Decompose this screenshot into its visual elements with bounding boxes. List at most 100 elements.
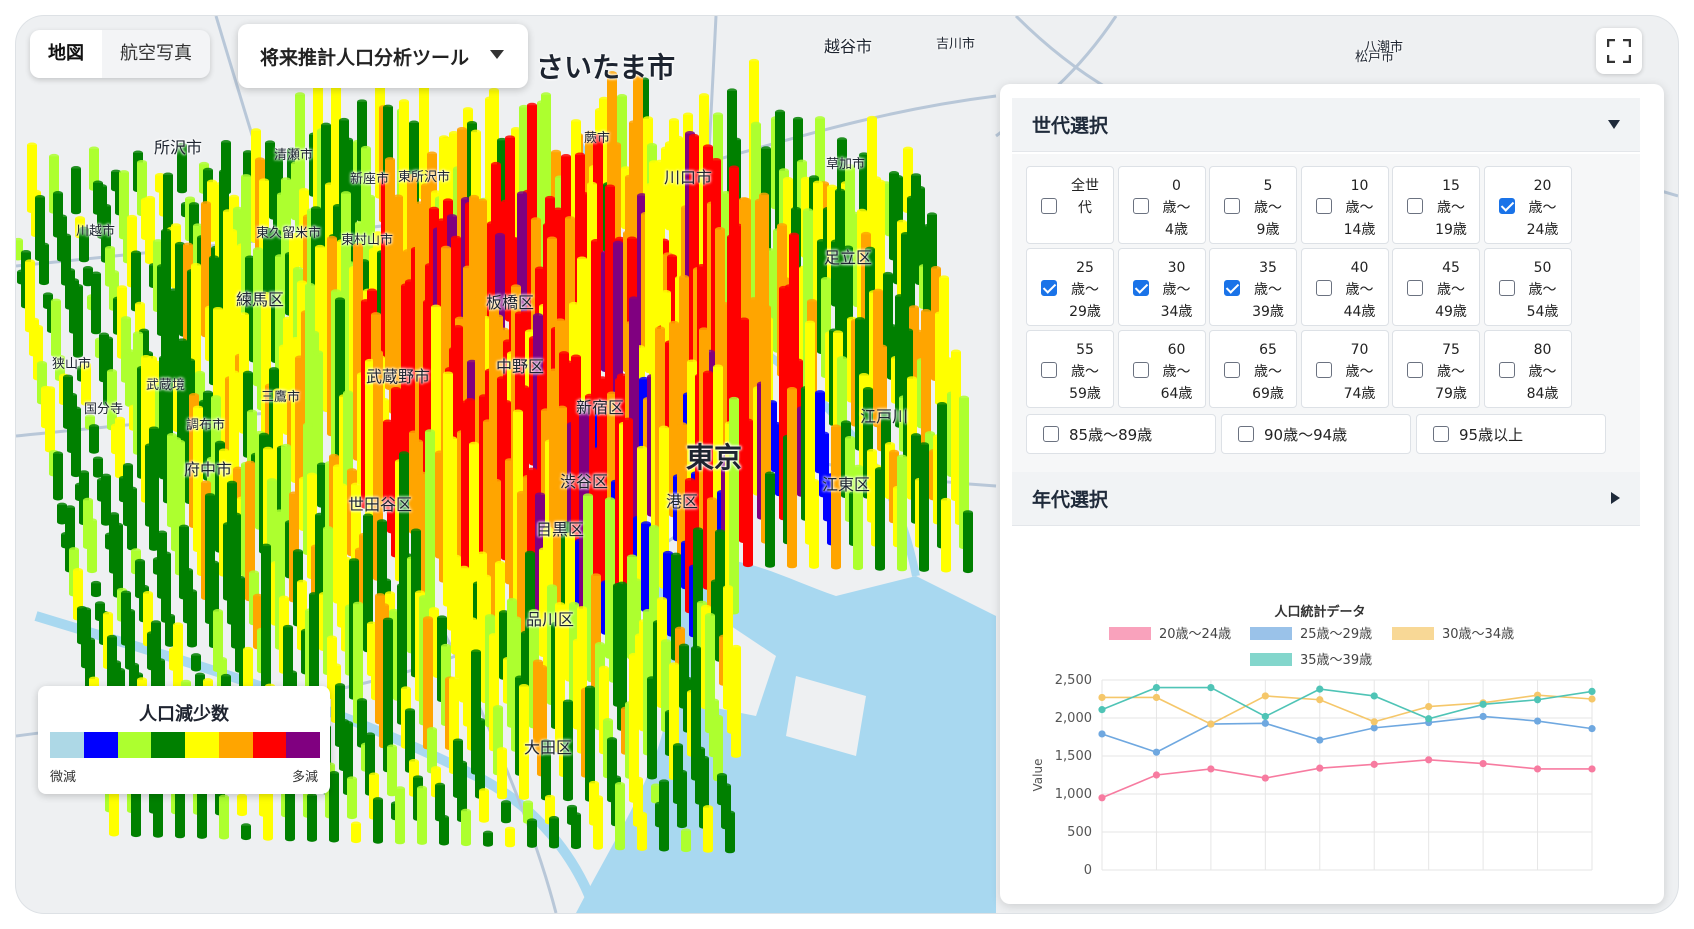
checkbox-unchecked-icon[interactable] xyxy=(1224,198,1240,214)
chart-data-point[interactable] xyxy=(1370,760,1378,768)
chart-data-point[interactable] xyxy=(1261,719,1269,727)
population-pillar-top xyxy=(143,591,153,597)
population-pillar-top xyxy=(45,386,55,392)
chart-data-point[interactable] xyxy=(1207,684,1215,692)
age-checkbox-cell[interactable]: 10 歳～ 14歳 xyxy=(1300,166,1389,244)
checkbox-unchecked-icon[interactable] xyxy=(1238,426,1254,442)
population-pillar-top xyxy=(161,228,171,234)
chart-data-point[interactable] xyxy=(1152,693,1161,702)
chart-data-point[interactable] xyxy=(1425,703,1433,711)
population-pillar-top xyxy=(325,182,335,188)
checkbox-checked-icon[interactable] xyxy=(1498,198,1515,214)
population-pillar-base xyxy=(461,841,471,847)
population-pillar-base xyxy=(593,844,603,850)
age-checkbox-cell[interactable]: 5 歳～ 9歳 xyxy=(1209,166,1297,244)
age-checkbox-cell[interactable]: 50 歳～ 54歳 xyxy=(1483,248,1572,326)
chart-data-point[interactable] xyxy=(1207,720,1215,728)
checkbox-unchecked-icon[interactable] xyxy=(1407,198,1423,214)
chart-data-point[interactable] xyxy=(1261,712,1269,721)
chart-data-point[interactable] xyxy=(1316,736,1324,744)
population-pillar-top xyxy=(149,426,159,432)
population-pillar-top xyxy=(715,226,725,232)
checkbox-unchecked-icon[interactable] xyxy=(1407,362,1423,378)
checkbox-unchecked-icon[interactable] xyxy=(1315,280,1332,296)
chart-data-point[interactable] xyxy=(1588,765,1596,773)
checkbox-unchecked-icon[interactable] xyxy=(1498,362,1515,378)
checkbox-unchecked-icon[interactable] xyxy=(1041,198,1057,214)
age-checkbox-cell[interactable]: 45 歳～ 49歳 xyxy=(1392,248,1480,326)
age-checkbox-cell[interactable]: 40 歳～ 44歳 xyxy=(1300,248,1389,326)
chart-data-point[interactable] xyxy=(1479,700,1487,708)
age-checkbox-cell[interactable]: 35 歳～ 39歳 xyxy=(1209,248,1297,326)
chart-data-point[interactable] xyxy=(1588,725,1596,733)
chart-data-point[interactable] xyxy=(1152,748,1161,756)
checkbox-unchecked-icon[interactable] xyxy=(1315,362,1332,378)
chart-data-point[interactable] xyxy=(1152,684,1161,692)
population-pillar-top xyxy=(425,429,435,435)
age-checkbox-cell[interactable]: 全世 代 xyxy=(1026,166,1114,244)
population-pillar-top xyxy=(701,604,711,610)
chart-data-point[interactable] xyxy=(1425,756,1433,764)
chart-data-point[interactable] xyxy=(1479,712,1487,721)
age-checkbox-cell[interactable]: 75 歳～ 79歳 xyxy=(1392,330,1480,408)
checkbox-checked-icon[interactable] xyxy=(1224,280,1240,296)
chart-data-point[interactable] xyxy=(1533,717,1542,725)
checkbox-unchecked-icon[interactable] xyxy=(1132,198,1149,214)
fullscreen-button[interactable] xyxy=(1596,28,1642,74)
chart-data-point[interactable] xyxy=(1098,794,1106,802)
chart-data-point[interactable] xyxy=(1425,715,1433,723)
age-checkbox-cell[interactable]: 0 歳～ 4歳 xyxy=(1117,166,1206,244)
population-pillar-top xyxy=(243,646,253,652)
chart-data-point[interactable] xyxy=(1207,765,1215,773)
decade-section-header[interactable]: 年代選択 xyxy=(1012,472,1640,526)
age-checkbox-cell[interactable]: 25 歳～ 29歳 xyxy=(1026,248,1114,326)
chart-data-point[interactable] xyxy=(1098,730,1106,738)
map-type-aerial-button[interactable]: 航空写真 xyxy=(102,30,210,78)
chart-data-point[interactable] xyxy=(1533,696,1542,704)
age-checkbox-cell-wide[interactable]: 90歳～94歳 xyxy=(1221,414,1411,454)
population-pillar-top xyxy=(315,244,325,250)
age-checkbox-cell[interactable]: 65 歳～ 69歳 xyxy=(1209,330,1297,408)
chart-data-point[interactable] xyxy=(1098,693,1106,702)
age-checkbox-cell[interactable]: 55 歳～ 59歳 xyxy=(1026,330,1114,408)
checkbox-unchecked-icon[interactable] xyxy=(1132,362,1149,378)
population-pillar-top xyxy=(489,633,499,639)
age-checkbox-cell-wide[interactable]: 85歳～89歳 xyxy=(1026,414,1216,454)
population-pillar-top xyxy=(293,549,303,555)
chart-data-point[interactable] xyxy=(1098,706,1106,714)
age-checkbox-cell[interactable]: 15 歳～ 19歳 xyxy=(1392,166,1480,244)
checkbox-unchecked-icon[interactable] xyxy=(1043,426,1059,442)
chart-data-point[interactable] xyxy=(1588,687,1596,695)
chart-data-point[interactable] xyxy=(1316,764,1324,772)
checkbox-unchecked-icon[interactable] xyxy=(1315,198,1332,214)
checkbox-unchecked-icon[interactable] xyxy=(1433,426,1449,442)
chart-data-point[interactable] xyxy=(1316,685,1324,693)
chart-data-point[interactable] xyxy=(1370,718,1378,726)
age-checkbox-cell-wide[interactable]: 95歳以上 xyxy=(1416,414,1606,454)
age-checkbox-cell[interactable]: 20 歳～ 24歳 xyxy=(1483,166,1572,244)
chart-data-point[interactable] xyxy=(1588,695,1596,703)
checkbox-unchecked-icon[interactable] xyxy=(1498,280,1515,296)
chart-data-point[interactable] xyxy=(1152,771,1161,779)
map-type-map-button[interactable]: 地図 xyxy=(30,30,102,78)
generation-section-header[interactable]: 世代選択 xyxy=(1012,98,1640,152)
checkbox-unchecked-icon[interactable] xyxy=(1041,362,1057,378)
chart-data-point[interactable] xyxy=(1261,692,1269,700)
population-pillar-top xyxy=(867,448,877,454)
population-pillar-base xyxy=(941,567,951,573)
age-checkbox-cell[interactable]: 70 歳～ 74歳 xyxy=(1300,330,1389,408)
chart-data-point[interactable] xyxy=(1479,760,1487,768)
age-checkbox-cell[interactable]: 30 歳～ 34歳 xyxy=(1117,248,1206,326)
checkbox-unchecked-icon[interactable] xyxy=(1224,362,1240,378)
chart-data-point[interactable] xyxy=(1316,696,1324,704)
chart-data-point[interactable] xyxy=(1261,774,1269,782)
checkbox-checked-icon[interactable] xyxy=(1132,280,1149,296)
chart-data-point[interactable] xyxy=(1533,765,1542,773)
age-checkbox-cell[interactable]: 60 歳～ 64歳 xyxy=(1117,330,1206,408)
checkbox-checked-icon[interactable] xyxy=(1041,280,1057,296)
population-pillar-top xyxy=(213,306,223,312)
age-checkbox-cell[interactable]: 80 歳～ 84歳 xyxy=(1483,330,1572,408)
tool-dropdown[interactable]: 将来推計人口分析ツール xyxy=(238,24,528,88)
checkbox-unchecked-icon[interactable] xyxy=(1407,280,1423,296)
chart-data-point[interactable] xyxy=(1370,692,1378,700)
